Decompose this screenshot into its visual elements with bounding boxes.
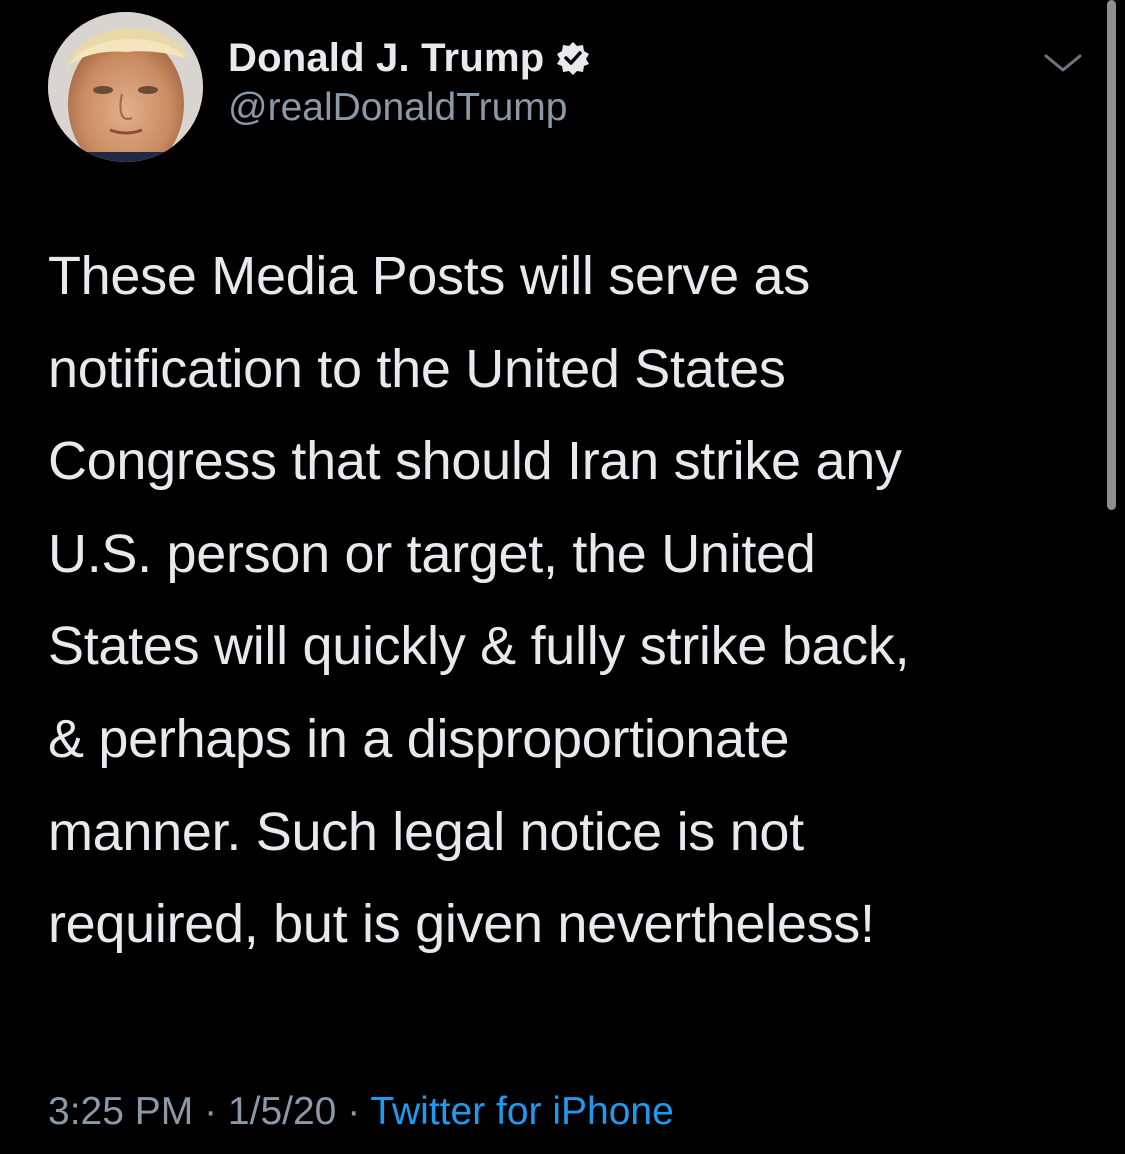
tweet: Donald J. Trump @realDonaldTrump These M… — [0, 0, 1125, 1154]
tweet-time[interactable]: 3:25 PM — [48, 1090, 193, 1133]
tweet-date[interactable]: 1/5/20 — [228, 1090, 336, 1133]
tweet-source-link[interactable]: Twitter for iPhone — [370, 1090, 673, 1133]
display-name-row: Donald J. Trump — [228, 30, 590, 86]
avatar[interactable] — [48, 12, 203, 162]
tweet-meta: 3:25 PM · 1/5/20 · Twitter for iPhone — [48, 1090, 674, 1134]
meta-separator: · — [193, 1090, 228, 1133]
handle[interactable]: @realDonaldTrump — [228, 86, 590, 130]
scrollbar[interactable] — [1107, 0, 1116, 510]
meta-separator: · — [336, 1090, 371, 1133]
author-block: Donald J. Trump @realDonaldTrump — [228, 30, 590, 130]
avatar-portrait-icon — [48, 12, 203, 162]
display-name[interactable]: Donald J. Trump — [228, 36, 544, 81]
chevron-down-icon[interactable] — [1040, 48, 1086, 78]
verified-badge-icon — [556, 41, 590, 75]
tweet-text: These Media Posts will serve as notifica… — [48, 246, 910, 955]
